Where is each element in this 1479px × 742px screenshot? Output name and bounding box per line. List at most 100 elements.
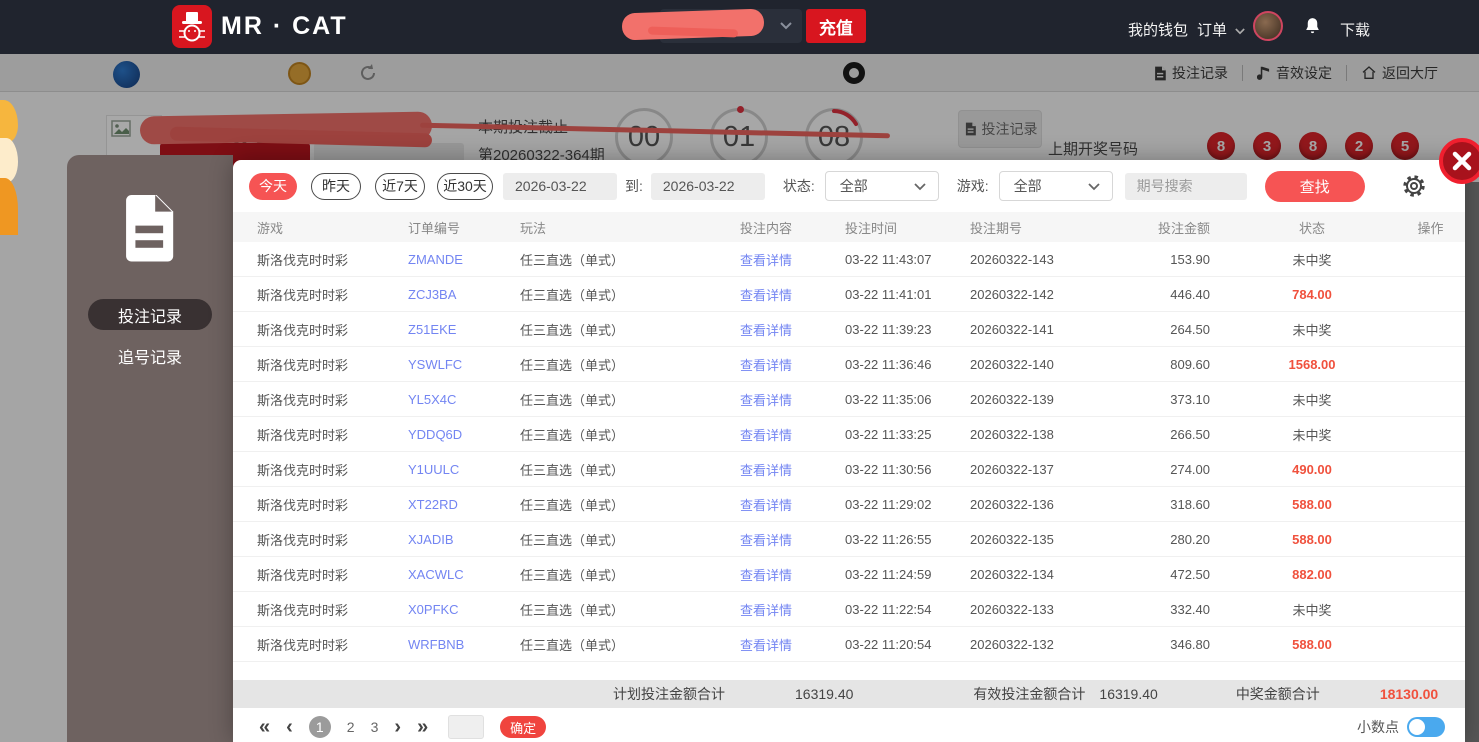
table-row: 斯洛伐克时时彩 YSWLFC 任三直选（单式） 查看详情 03-22 11:36:46 2… bbox=[233, 347, 1465, 382]
chevron-down-icon bbox=[780, 22, 792, 30]
prev-page-icon[interactable]: ‹ bbox=[286, 717, 293, 737]
status-select[interactable]: 全部 bbox=[824, 171, 939, 201]
game-select-value: 全部 bbox=[1013, 178, 1042, 194]
page-confirm-button[interactable]: 确定 bbox=[500, 716, 547, 738]
sidebar-item-chase-records[interactable]: 追号记录 bbox=[88, 340, 212, 371]
page-2[interactable]: 2 bbox=[347, 719, 355, 735]
detail-link[interactable]: 查看详情 bbox=[740, 460, 845, 479]
decimal-toggle[interactable] bbox=[1407, 717, 1445, 737]
modal-scrollbar[interactable] bbox=[1465, 182, 1479, 742]
detail-link[interactable]: 查看详情 bbox=[740, 635, 845, 654]
summary-value-win: 18130.00 bbox=[1379, 686, 1439, 702]
cell-status: 588.00 bbox=[1292, 636, 1332, 652]
order-link[interactable]: WRFBNB bbox=[408, 637, 520, 652]
cell-time: 03-22 11:24:59 bbox=[845, 566, 932, 582]
detail-link[interactable]: 查看详情 bbox=[740, 355, 845, 374]
detail-link[interactable]: 查看详情 bbox=[740, 320, 845, 339]
cell-amount: 346.80 bbox=[1170, 636, 1210, 652]
cell-play: 任三直选（单式） bbox=[520, 532, 625, 548]
table-row: 斯洛伐克时时彩 YDDQ6D 任三直选（单式） 查看详情 03-22 11:33:25 2… bbox=[233, 417, 1465, 452]
to-label: 到: bbox=[625, 178, 643, 194]
detail-link[interactable]: 查看详情 bbox=[740, 495, 845, 514]
filter-30days[interactable]: 近30天 bbox=[437, 172, 493, 200]
cell-period: 20260322-143 bbox=[970, 251, 1054, 267]
detail-link[interactable]: 查看详情 bbox=[740, 425, 845, 444]
game-select[interactable]: 全部 bbox=[998, 171, 1113, 201]
first-page-icon[interactable]: « bbox=[259, 717, 270, 737]
order-link[interactable]: YL5X4C bbox=[408, 392, 520, 407]
filter-7days[interactable]: 近7天 bbox=[375, 172, 425, 200]
order-link[interactable]: ZMANDE bbox=[408, 252, 520, 267]
table-row: 斯洛伐克时时彩 XT22RD 任三直选（单式） 查看详情 03-22 11:29:02 2… bbox=[233, 487, 1465, 522]
mascot-head bbox=[0, 100, 18, 142]
cell-time: 03-22 11:35:06 bbox=[845, 391, 932, 407]
brand-logo[interactable] bbox=[172, 5, 212, 48]
col-period: 投注期号 bbox=[970, 220, 1023, 236]
page-jump-input[interactable] bbox=[448, 715, 485, 739]
order-link[interactable]: XJADIB bbox=[408, 532, 520, 547]
detail-link[interactable]: 查看详情 bbox=[740, 285, 845, 304]
cell-amount: 274.00 bbox=[1170, 461, 1210, 477]
order-link[interactable]: YSWLFC bbox=[408, 357, 520, 372]
detail-link[interactable]: 查看详情 bbox=[740, 390, 845, 409]
cell-status: 未中奖 bbox=[1292, 252, 1332, 268]
period-search-input[interactable] bbox=[1124, 172, 1247, 200]
col-content: 投注内容 bbox=[740, 220, 793, 236]
cell-play: 任三直选（单式） bbox=[520, 462, 625, 478]
cell-game: 斯洛伐克时时彩 bbox=[257, 567, 349, 583]
download-link[interactable]: 下载 bbox=[1340, 19, 1370, 40]
order-link[interactable]: Z51EKE bbox=[408, 322, 520, 337]
gear-icon[interactable] bbox=[1401, 173, 1427, 199]
cell-play: 任三直选（单式） bbox=[520, 392, 625, 408]
table-row: 斯洛伐克时时彩 XACWLC 任三直选（单式） 查看详情 03-22 11:24:59 2… bbox=[233, 557, 1465, 592]
order-link[interactable]: XACWLC bbox=[408, 567, 520, 582]
filter-bar: 今天 昨天 近7天 近30天 到: 状态: 全部 游戏: 全部 查找 bbox=[233, 160, 1465, 212]
summary-value: 16319.40 bbox=[1099, 686, 1158, 702]
next-page-icon[interactable]: › bbox=[394, 717, 401, 737]
chevron-down-icon bbox=[1088, 183, 1100, 191]
cell-amount: 318.60 bbox=[1170, 496, 1210, 512]
cell-play: 任三直选（单式） bbox=[520, 427, 625, 443]
status-select-value: 全部 bbox=[839, 178, 868, 194]
date-to-input[interactable] bbox=[650, 172, 765, 200]
cell-time: 03-22 11:39:23 bbox=[845, 321, 932, 337]
order-link[interactable]: ZCJ3BA bbox=[408, 287, 520, 302]
cell-period: 20260322-142 bbox=[970, 286, 1054, 302]
cell-time: 03-22 11:22:54 bbox=[845, 601, 932, 617]
detail-link[interactable]: 查看详情 bbox=[740, 530, 845, 549]
order-link[interactable]: X0PFKC bbox=[408, 602, 520, 617]
order-link[interactable]: XT22RD bbox=[408, 497, 520, 512]
date-from-input[interactable] bbox=[503, 172, 617, 200]
top-navbar: MR · CAT ¥ 充值 我的钱包 订单 下载 bbox=[0, 0, 1479, 54]
user-avatar[interactable] bbox=[1253, 11, 1283, 41]
order-link[interactable]: Y1UULC bbox=[408, 462, 520, 477]
sidebar-item-bet-records[interactable]: 投注记录 bbox=[88, 299, 212, 330]
search-button[interactable]: 查找 bbox=[1264, 170, 1365, 202]
detail-link[interactable]: 查看详情 bbox=[740, 250, 845, 269]
chevron-down-icon bbox=[1235, 28, 1245, 35]
cell-amount: 264.50 bbox=[1170, 321, 1210, 337]
filter-yesterday[interactable]: 昨天 bbox=[311, 172, 361, 200]
filter-today[interactable]: 今天 bbox=[249, 172, 297, 200]
detail-link[interactable]: 查看详情 bbox=[740, 565, 845, 584]
table-row: 斯洛伐克时时彩 ZMANDE 任三直选（单式） 查看详情 03-22 11:43:07 2… bbox=[233, 242, 1465, 277]
order-link[interactable]: YDDQ6D bbox=[408, 427, 520, 442]
wallet-link[interactable]: 我的钱包 bbox=[1128, 19, 1188, 40]
cell-amount: 373.10 bbox=[1170, 391, 1210, 407]
recharge-button[interactable]: 充值 bbox=[806, 9, 866, 43]
last-page-icon[interactable]: » bbox=[417, 717, 428, 737]
detail-link[interactable]: 查看详情 bbox=[740, 600, 845, 619]
page-3[interactable]: 3 bbox=[371, 719, 379, 735]
close-modal-button[interactable] bbox=[1439, 138, 1479, 184]
records-sidebar: 投注记录 追号记录 bbox=[67, 155, 233, 742]
summary-label: 中奖金额合计 bbox=[1235, 686, 1320, 702]
cell-game: 斯洛伐克时时彩 bbox=[257, 602, 349, 618]
decimal-toggle-wrap: 小数点 bbox=[1357, 717, 1445, 737]
page-1[interactable]: 1 bbox=[308, 716, 331, 738]
cell-period: 20260322-133 bbox=[970, 601, 1054, 617]
col-play: 玩法 bbox=[520, 220, 547, 236]
mascot-character[interactable] bbox=[0, 100, 19, 235]
orders-menu[interactable]: 订单 bbox=[1197, 19, 1245, 40]
table-row: 斯洛伐克时时彩 WRFBNB 任三直选（单式） 查看详情 03-22 11:20:54 2… bbox=[233, 627, 1465, 662]
bell-icon[interactable] bbox=[1303, 16, 1322, 36]
